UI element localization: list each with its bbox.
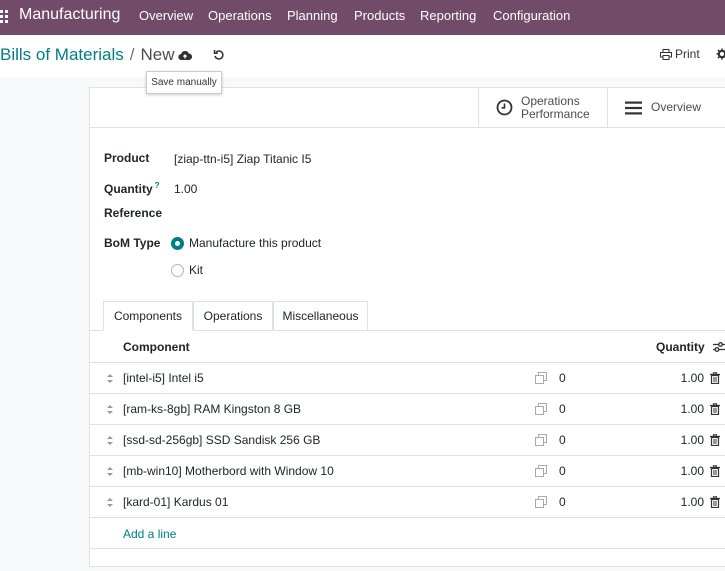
cloud-upload-icon — [178, 50, 192, 61]
print-label: Print — [675, 47, 700, 61]
product-label: Product — [104, 151, 150, 165]
quantity-help-icon[interactable]: ? — [155, 181, 160, 190]
quantity-value[interactable]: 1.00 — [649, 433, 704, 447]
apps-menu-icon[interactable] — [0, 10, 10, 24]
top-navbar: Manufacturing Overview Operations Planni… — [0, 0, 725, 35]
save-tooltip: Save manually — [146, 71, 222, 94]
trash-icon[interactable] — [710, 403, 720, 415]
table-row[interactable]: [ram-ks-8gb] RAM Kingston 8 GB 0 1.00 — [89, 394, 725, 425]
radio-manufacture-label[interactable]: Manufacture this product — [189, 236, 321, 250]
copy-icon[interactable] — [535, 465, 547, 477]
table-row[interactable]: [ssd-sd-256gb] SSD Sandisk 256 GB 0 1.00 — [89, 425, 725, 456]
breadcrumb-parent[interactable]: Bills of Materials — [0, 45, 124, 64]
quantity-value[interactable]: 1.00 — [649, 402, 704, 416]
column-quantity[interactable]: Quantity — [656, 340, 705, 354]
table-row[interactable]: [kard-01] Kardus 01 0 1.00 — [89, 487, 725, 518]
bom-type-label: BoM Type — [104, 236, 161, 250]
trash-icon[interactable] — [710, 434, 720, 446]
component-name[interactable]: [ram-ks-8gb] RAM Kingston 8 GB — [123, 402, 301, 416]
availability-value: 0 — [559, 371, 566, 385]
component-name[interactable]: [mb-win10] Motherbord with Window 10 — [123, 464, 334, 478]
quantity-label-text: Quantity — [104, 182, 153, 196]
menu-configuration[interactable]: Configuration — [493, 8, 570, 23]
quantity-value[interactable]: 1.00 — [649, 371, 704, 385]
radio-manufacture[interactable] — [171, 237, 184, 250]
quantity-label: Quantity? — [104, 181, 160, 196]
tab-operations[interactable]: Operations — [193, 301, 273, 331]
overview-label: Overview — [651, 100, 702, 114]
button-box: Operations Performance Overview — [90, 88, 725, 128]
drag-handle-icon[interactable] — [106, 466, 114, 477]
components-table-header: Component Quantity — [89, 331, 725, 363]
component-name[interactable]: [intel-i5] Intel i5 — [123, 371, 204, 385]
column-component[interactable]: Component — [123, 340, 190, 354]
tab-components[interactable]: Components — [103, 301, 193, 331]
table-row[interactable]: [intel-i5] Intel i5 0 1.00 — [89, 363, 725, 394]
radio-kit[interactable] — [171, 264, 184, 277]
breadcrumb-separator: / — [129, 45, 135, 64]
trash-icon[interactable] — [710, 465, 720, 477]
app-name[interactable]: Manufacturing — [19, 6, 120, 24]
print-button[interactable]: Print — [660, 47, 700, 61]
copy-icon[interactable] — [535, 403, 547, 415]
discard-button[interactable] — [210, 46, 228, 64]
copy-icon[interactable] — [535, 496, 547, 508]
menu-operations[interactable]: Operations — [208, 8, 272, 23]
table-bottom-border — [89, 548, 725, 549]
availability-value: 0 — [559, 433, 566, 447]
quantity-value[interactable]: 1.00 — [649, 495, 704, 509]
column-settings-icon[interactable] — [713, 341, 725, 353]
trash-icon[interactable] — [710, 372, 720, 384]
drag-handle-icon[interactable] — [106, 373, 114, 384]
drag-handle-icon[interactable] — [106, 435, 114, 446]
product-field[interactable]: [ziap-ttn-i5] Ziap Titanic I5 — [174, 152, 311, 166]
add-line-link[interactable]: Add a line — [123, 527, 176, 541]
radio-kit-label[interactable]: Kit — [189, 263, 203, 277]
availability-value: 0 — [559, 495, 566, 509]
availability-value: 0 — [559, 402, 566, 416]
operations-performance-button[interactable]: Operations Performance — [478, 88, 607, 127]
copy-icon[interactable] — [535, 434, 547, 446]
quantity-value[interactable]: 1.00 — [649, 464, 704, 478]
printer-icon — [660, 48, 672, 60]
drag-handle-icon[interactable] — [106, 404, 114, 415]
breadcrumb-current: New — [140, 45, 175, 64]
component-name[interactable]: [ssd-sd-256gb] SSD Sandisk 256 GB — [123, 433, 320, 447]
menu-overview[interactable]: Overview — [139, 8, 193, 23]
tab-miscellaneous[interactable]: Miscellaneous — [273, 301, 368, 331]
trash-icon[interactable] — [710, 496, 720, 508]
operations-performance-line1: Operations — [521, 93, 580, 108]
quantity-field[interactable]: 1.00 — [174, 182, 197, 196]
operations-performance-line2: Performance — [521, 106, 590, 121]
control-panel: Bills of Materials / New Print — [0, 35, 725, 77]
reference-label: Reference — [104, 206, 163, 220]
gear-icon — [716, 48, 725, 60]
actions-gear-button[interactable] — [716, 48, 725, 62]
menu-reporting[interactable]: Reporting — [420, 8, 476, 23]
clock-icon — [496, 99, 513, 116]
copy-icon[interactable] — [535, 372, 547, 384]
table-row[interactable]: [mb-win10] Motherbord with Window 10 0 1… — [89, 456, 725, 487]
menu-planning[interactable]: Planning — [287, 8, 338, 23]
bars-icon — [625, 101, 642, 114]
drag-handle-icon[interactable] — [106, 497, 114, 508]
component-name[interactable]: [kard-01] Kardus 01 — [123, 495, 228, 509]
overview-button[interactable]: Overview — [607, 88, 725, 127]
menu-products[interactable]: Products — [354, 8, 405, 23]
undo-icon — [213, 50, 224, 60]
reference-field[interactable] — [174, 202, 434, 222]
availability-value: 0 — [559, 464, 566, 478]
save-button[interactable] — [175, 46, 195, 64]
breadcrumb: Bills of Materials / New — [0, 45, 175, 65]
